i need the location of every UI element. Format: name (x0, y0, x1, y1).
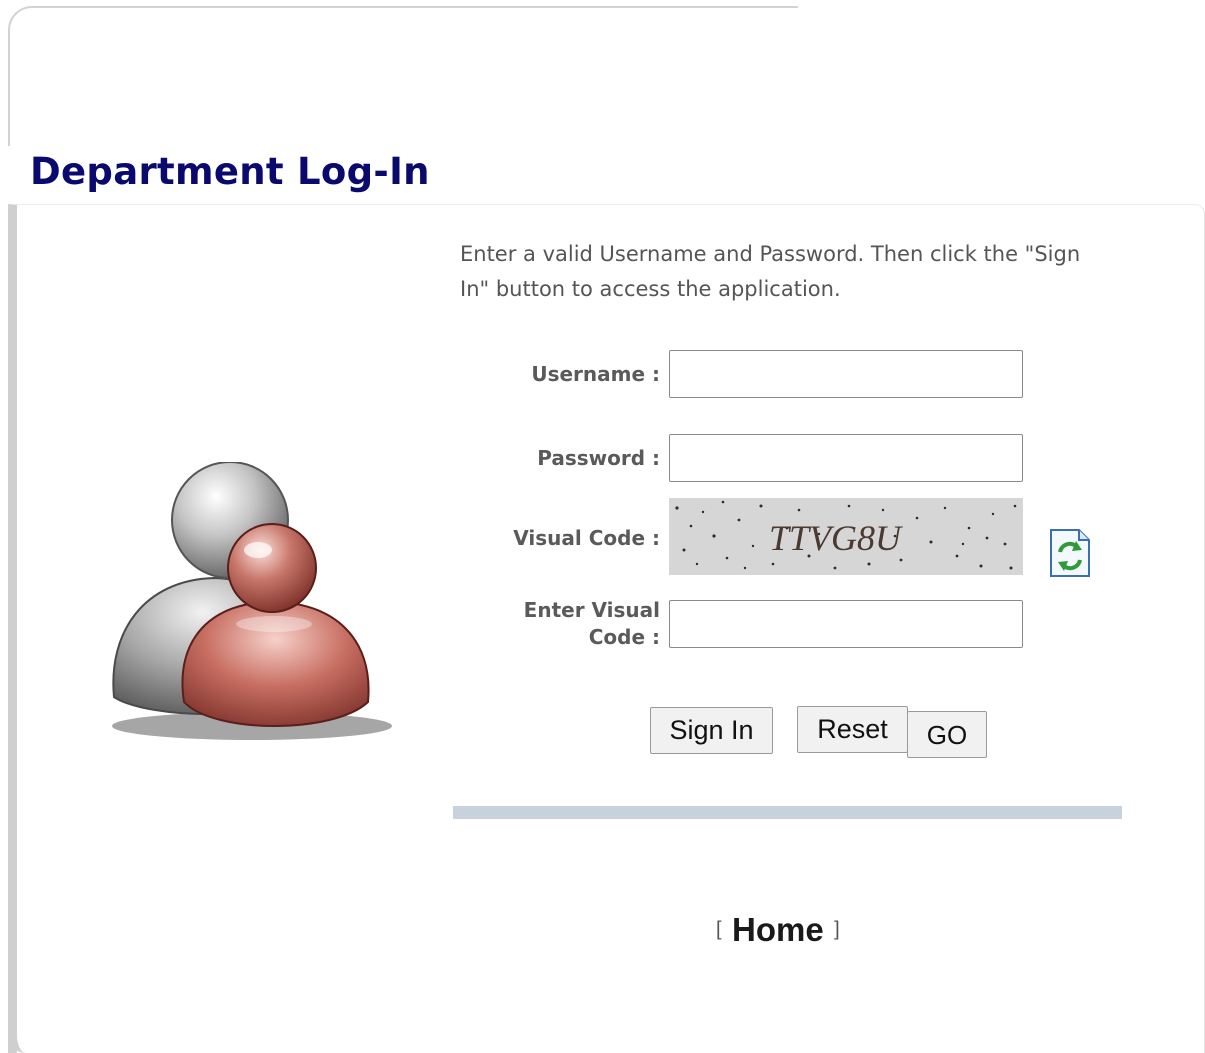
password-label: Password : (537, 446, 660, 470)
enter-visual-code-label-line2: Code : (588, 625, 660, 649)
visual-code-label: Visual Code : (513, 526, 660, 550)
captcha-text: TTVG8U (769, 518, 903, 558)
reset-button[interactable]: Reset (797, 706, 908, 753)
go-button[interactable]: GO (907, 711, 987, 758)
bracket-close: ] (834, 918, 840, 941)
login-instructions: Enter a valid Username and Password. The… (460, 242, 1081, 301)
home-nav: [ Home ] (716, 911, 840, 949)
top-frame (8, 6, 798, 146)
refresh-captcha-icon[interactable] (1048, 528, 1092, 578)
enter-visual-code-label-line1: Enter Visual (523, 598, 660, 622)
enter-visual-code-label: Enter Visual Code : (524, 597, 660, 651)
username-label: Username : (531, 362, 660, 386)
panel-corner (8, 1010, 38, 1053)
password-input[interactable] (669, 434, 1023, 482)
page-title: Department Log-In (30, 150, 430, 193)
sign-in-button[interactable]: Sign In (650, 707, 773, 754)
visual-code-input[interactable] (669, 600, 1023, 648)
captcha-image: TTVG8U (669, 498, 1023, 575)
bracket-open: [ (716, 918, 722, 941)
divider-bar (453, 806, 1122, 819)
username-input[interactable] (669, 350, 1023, 398)
users-icon (112, 462, 392, 740)
home-link[interactable]: Home (726, 911, 830, 948)
